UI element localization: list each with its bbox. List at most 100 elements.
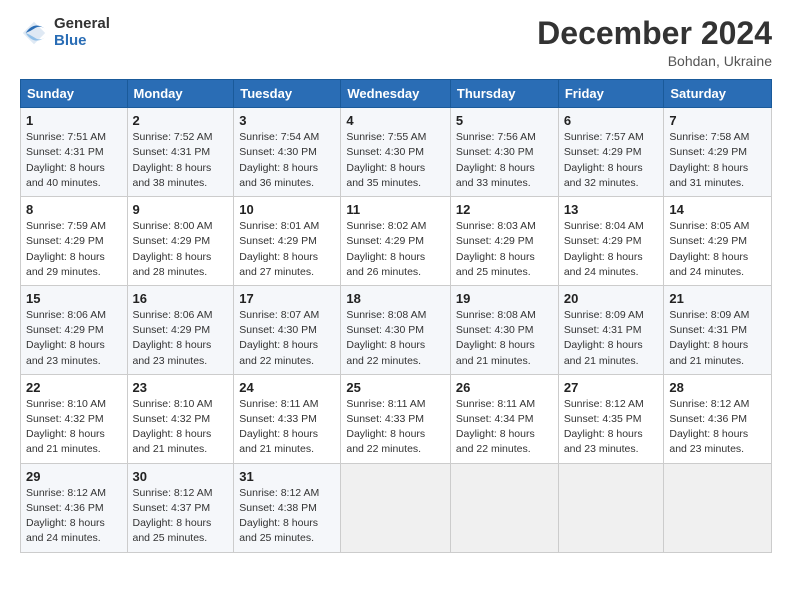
day-detail: Sunrise: 8:07 AMSunset: 4:30 PMDaylight:…: [239, 309, 319, 367]
day-detail: Sunrise: 8:11 AMSunset: 4:33 PMDaylight:…: [239, 398, 318, 456]
day-number: 10: [239, 202, 335, 217]
calendar-cell: 13 Sunrise: 8:04 AMSunset: 4:29 PMDaylig…: [558, 197, 664, 286]
calendar-cell: 7 Sunrise: 7:58 AMSunset: 4:29 PMDayligh…: [664, 108, 772, 197]
calendar-week-2: 8 Sunrise: 7:59 AMSunset: 4:29 PMDayligh…: [21, 197, 772, 286]
calendar-header-thursday: Thursday: [450, 80, 558, 108]
title-block: December 2024 Bohdan, Ukraine: [537, 16, 772, 69]
title-month: December 2024: [537, 16, 772, 51]
day-detail: Sunrise: 8:12 AMSunset: 4:37 PMDaylight:…: [133, 487, 213, 545]
calendar-header-row: SundayMondayTuesdayWednesdayThursdayFrid…: [21, 80, 772, 108]
day-number: 25: [346, 380, 445, 395]
calendar-cell: 31 Sunrise: 8:12 AMSunset: 4:38 PMDaylig…: [234, 463, 341, 552]
day-number: 27: [564, 380, 659, 395]
calendar-table: SundayMondayTuesdayWednesdayThursdayFrid…: [20, 79, 772, 552]
calendar-cell: 5 Sunrise: 7:56 AMSunset: 4:30 PMDayligh…: [450, 108, 558, 197]
calendar-header-sunday: Sunday: [21, 80, 128, 108]
day-number: 28: [669, 380, 766, 395]
day-detail: Sunrise: 8:03 AMSunset: 4:29 PMDaylight:…: [456, 220, 536, 278]
day-number: 21: [669, 291, 766, 306]
calendar-cell: 25 Sunrise: 8:11 AMSunset: 4:33 PMDaylig…: [341, 374, 451, 463]
day-number: 6: [564, 113, 659, 128]
calendar-cell: 9 Sunrise: 8:00 AMSunset: 4:29 PMDayligh…: [127, 197, 234, 286]
day-number: 11: [346, 202, 445, 217]
day-detail: Sunrise: 8:12 AMSunset: 4:36 PMDaylight:…: [26, 487, 106, 545]
logo-text: General Blue: [54, 16, 110, 49]
day-number: 9: [133, 202, 229, 217]
calendar-week-4: 22 Sunrise: 8:10 AMSunset: 4:32 PMDaylig…: [21, 374, 772, 463]
calendar-cell: 2 Sunrise: 7:52 AMSunset: 4:31 PMDayligh…: [127, 108, 234, 197]
calendar-cell: 16 Sunrise: 8:06 AMSunset: 4:29 PMDaylig…: [127, 285, 234, 374]
day-number: 31: [239, 469, 335, 484]
logo: General Blue: [20, 16, 110, 49]
day-number: 12: [456, 202, 553, 217]
calendar-cell: 6 Sunrise: 7:57 AMSunset: 4:29 PMDayligh…: [558, 108, 664, 197]
day-detail: Sunrise: 8:09 AMSunset: 4:31 PMDaylight:…: [669, 309, 749, 367]
logo-general: General: [54, 16, 110, 33]
calendar-cell: 15 Sunrise: 8:06 AMSunset: 4:29 PMDaylig…: [21, 285, 128, 374]
day-number: 30: [133, 469, 229, 484]
day-detail: Sunrise: 8:10 AMSunset: 4:32 PMDaylight:…: [26, 398, 106, 456]
calendar-cell: 26 Sunrise: 8:11 AMSunset: 4:34 PMDaylig…: [450, 374, 558, 463]
day-detail: Sunrise: 8:08 AMSunset: 4:30 PMDaylight:…: [346, 309, 426, 367]
day-detail: Sunrise: 8:02 AMSunset: 4:29 PMDaylight:…: [346, 220, 426, 278]
day-detail: Sunrise: 7:57 AMSunset: 4:29 PMDaylight:…: [564, 131, 644, 189]
calendar-cell: 18 Sunrise: 8:08 AMSunset: 4:30 PMDaylig…: [341, 285, 451, 374]
day-detail: Sunrise: 8:11 AMSunset: 4:34 PMDaylight:…: [456, 398, 535, 456]
day-number: 16: [133, 291, 229, 306]
day-detail: Sunrise: 7:51 AMSunset: 4:31 PMDaylight:…: [26, 131, 106, 189]
day-number: 15: [26, 291, 122, 306]
calendar-cell: 20 Sunrise: 8:09 AMSunset: 4:31 PMDaylig…: [558, 285, 664, 374]
title-location: Bohdan, Ukraine: [537, 53, 772, 69]
calendar-cell: 29 Sunrise: 8:12 AMSunset: 4:36 PMDaylig…: [21, 463, 128, 552]
day-number: 20: [564, 291, 659, 306]
calendar-header-friday: Friday: [558, 80, 664, 108]
page: General Blue December 2024 Bohdan, Ukrai…: [0, 0, 792, 612]
day-detail: Sunrise: 8:01 AMSunset: 4:29 PMDaylight:…: [239, 220, 319, 278]
day-number: 5: [456, 113, 553, 128]
calendar-cell: 14 Sunrise: 8:05 AMSunset: 4:29 PMDaylig…: [664, 197, 772, 286]
day-detail: Sunrise: 8:09 AMSunset: 4:31 PMDaylight:…: [564, 309, 644, 367]
calendar-week-5: 29 Sunrise: 8:12 AMSunset: 4:36 PMDaylig…: [21, 463, 772, 552]
day-number: 22: [26, 380, 122, 395]
day-detail: Sunrise: 7:55 AMSunset: 4:30 PMDaylight:…: [346, 131, 426, 189]
calendar-cell: 11 Sunrise: 8:02 AMSunset: 4:29 PMDaylig…: [341, 197, 451, 286]
day-detail: Sunrise: 8:06 AMSunset: 4:29 PMDaylight:…: [133, 309, 213, 367]
day-detail: Sunrise: 8:06 AMSunset: 4:29 PMDaylight:…: [26, 309, 106, 367]
day-number: 4: [346, 113, 445, 128]
calendar-cell: 12 Sunrise: 8:03 AMSunset: 4:29 PMDaylig…: [450, 197, 558, 286]
calendar-cell: 8 Sunrise: 7:59 AMSunset: 4:29 PMDayligh…: [21, 197, 128, 286]
calendar-cell: 19 Sunrise: 8:08 AMSunset: 4:30 PMDaylig…: [450, 285, 558, 374]
day-number: 8: [26, 202, 122, 217]
day-number: 17: [239, 291, 335, 306]
day-number: 2: [133, 113, 229, 128]
calendar-cell: 4 Sunrise: 7:55 AMSunset: 4:30 PMDayligh…: [341, 108, 451, 197]
calendar-week-3: 15 Sunrise: 8:06 AMSunset: 4:29 PMDaylig…: [21, 285, 772, 374]
day-detail: Sunrise: 8:12 AMSunset: 4:35 PMDaylight:…: [564, 398, 644, 456]
logo-icon: [20, 19, 48, 47]
day-detail: Sunrise: 8:08 AMSunset: 4:30 PMDaylight:…: [456, 309, 536, 367]
calendar-cell: [450, 463, 558, 552]
calendar-cell: 1 Sunrise: 7:51 AMSunset: 4:31 PMDayligh…: [21, 108, 128, 197]
day-number: 24: [239, 380, 335, 395]
day-number: 7: [669, 113, 766, 128]
calendar-cell: 3 Sunrise: 7:54 AMSunset: 4:30 PMDayligh…: [234, 108, 341, 197]
calendar-week-1: 1 Sunrise: 7:51 AMSunset: 4:31 PMDayligh…: [21, 108, 772, 197]
day-detail: Sunrise: 8:11 AMSunset: 4:33 PMDaylight:…: [346, 398, 425, 456]
logo-blue: Blue: [54, 33, 110, 50]
calendar-cell: 17 Sunrise: 8:07 AMSunset: 4:30 PMDaylig…: [234, 285, 341, 374]
day-detail: Sunrise: 8:00 AMSunset: 4:29 PMDaylight:…: [133, 220, 213, 278]
day-number: 1: [26, 113, 122, 128]
day-number: 29: [26, 469, 122, 484]
day-number: 3: [239, 113, 335, 128]
calendar-cell: 22 Sunrise: 8:10 AMSunset: 4:32 PMDaylig…: [21, 374, 128, 463]
day-detail: Sunrise: 7:54 AMSunset: 4:30 PMDaylight:…: [239, 131, 319, 189]
day-detail: Sunrise: 7:58 AMSunset: 4:29 PMDaylight:…: [669, 131, 749, 189]
day-detail: Sunrise: 8:05 AMSunset: 4:29 PMDaylight:…: [669, 220, 749, 278]
calendar-cell: [341, 463, 451, 552]
day-detail: Sunrise: 8:10 AMSunset: 4:32 PMDaylight:…: [133, 398, 213, 456]
day-number: 19: [456, 291, 553, 306]
day-number: 23: [133, 380, 229, 395]
header: General Blue December 2024 Bohdan, Ukrai…: [20, 16, 772, 69]
calendar-cell: 21 Sunrise: 8:09 AMSunset: 4:31 PMDaylig…: [664, 285, 772, 374]
day-detail: Sunrise: 8:12 AMSunset: 4:38 PMDaylight:…: [239, 487, 319, 545]
